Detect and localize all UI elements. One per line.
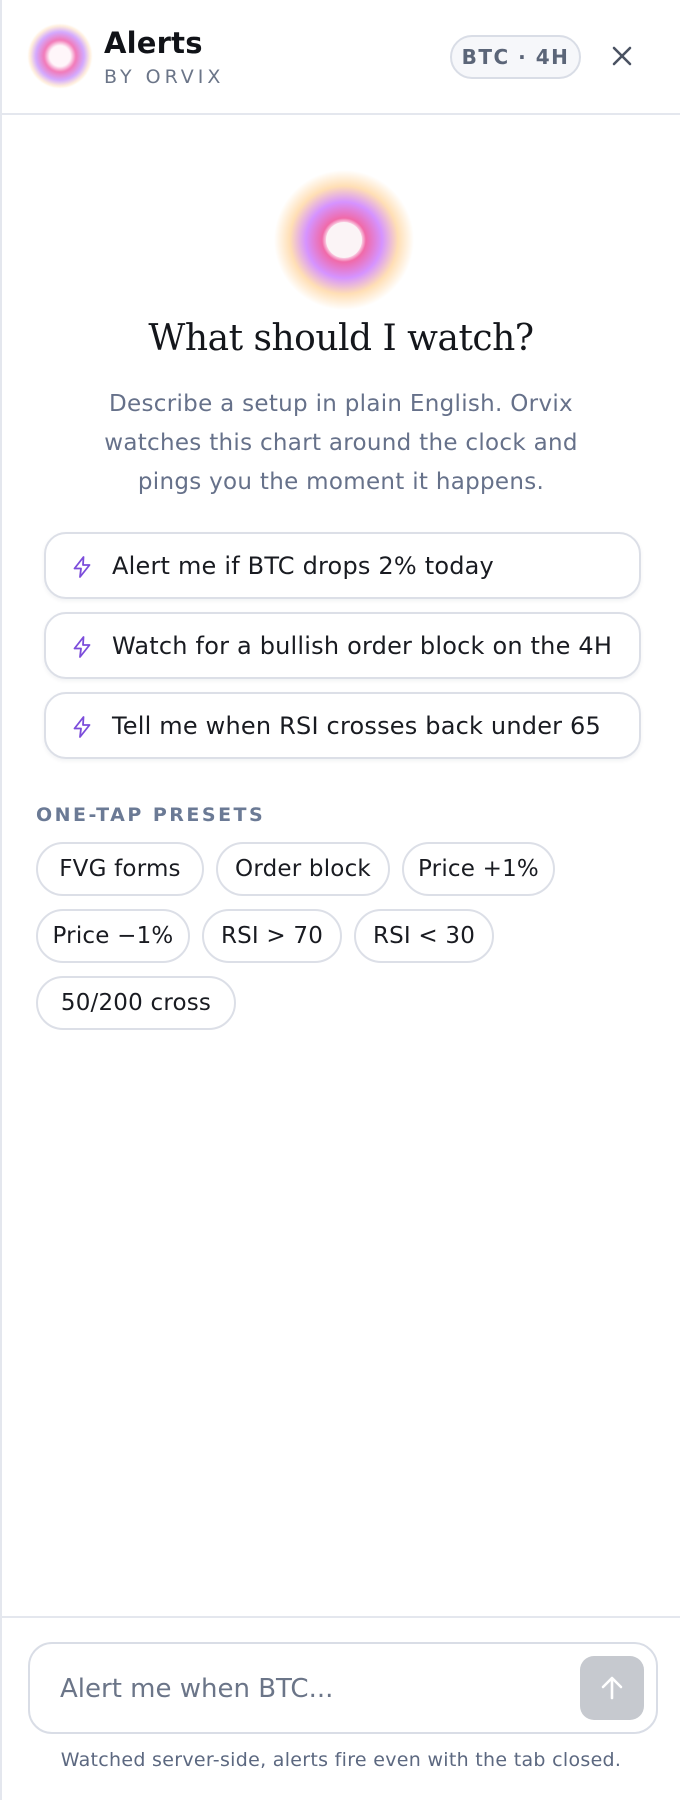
suggestion-card[interactable]: Watch for a bullish order block on the 4…	[44, 612, 641, 679]
preset-chip[interactable]: Price −1%	[36, 909, 190, 963]
arrow-up-icon	[601, 1676, 623, 1700]
close-button[interactable]	[602, 36, 642, 76]
panel-header: Alerts BY ORVIX BTC · 4H	[2, 0, 680, 115]
suggestion-label: Alert me if BTC drops 2% today	[112, 552, 494, 580]
preset-chip[interactable]: Order block	[216, 842, 390, 896]
hero-description: Describe a setup in plain English. Orvix…	[104, 391, 578, 495]
symbol-badge: BTC · 4H	[450, 35, 581, 79]
suggestion-card[interactable]: Alert me if BTC drops 2% today	[44, 532, 641, 599]
preset-chip[interactable]: Price +1%	[402, 842, 555, 896]
orb-icon	[274, 170, 414, 310]
alert-input[interactable]	[58, 1666, 542, 1712]
send-button[interactable]	[580, 1656, 644, 1720]
lightning-icon	[73, 716, 91, 738]
composer	[28, 1642, 658, 1734]
preset-chip[interactable]: 50/200 cross	[36, 976, 236, 1030]
composer-footnote: Watched server-side, alerts fire even wi…	[60, 1749, 622, 1771]
lightning-icon	[73, 556, 91, 578]
preset-chip[interactable]: RSI < 30	[354, 909, 494, 963]
suggestion-card[interactable]: Tell me when RSI crosses back under 65	[44, 692, 641, 759]
app-subtitle: BY ORVIX	[104, 66, 225, 88]
presets-heading: ONE-TAP PRESETS	[36, 804, 266, 826]
preset-chip[interactable]: RSI > 70	[202, 909, 342, 963]
preset-chip[interactable]: FVG forms	[36, 842, 204, 896]
orb-logo-icon	[28, 24, 92, 88]
lightning-icon	[73, 636, 91, 658]
app-title: Alerts	[104, 26, 203, 60]
suggestion-label: Watch for a bullish order block on the 4…	[112, 632, 613, 660]
alerts-panel: Alerts BY ORVIX BTC · 4H What should I w…	[0, 0, 680, 1800]
hero-title: What should I watch?	[148, 318, 534, 359]
close-icon	[612, 46, 632, 66]
composer-divider	[2, 1616, 680, 1618]
suggestion-label: Tell me when RSI crosses back under 65	[112, 712, 601, 740]
